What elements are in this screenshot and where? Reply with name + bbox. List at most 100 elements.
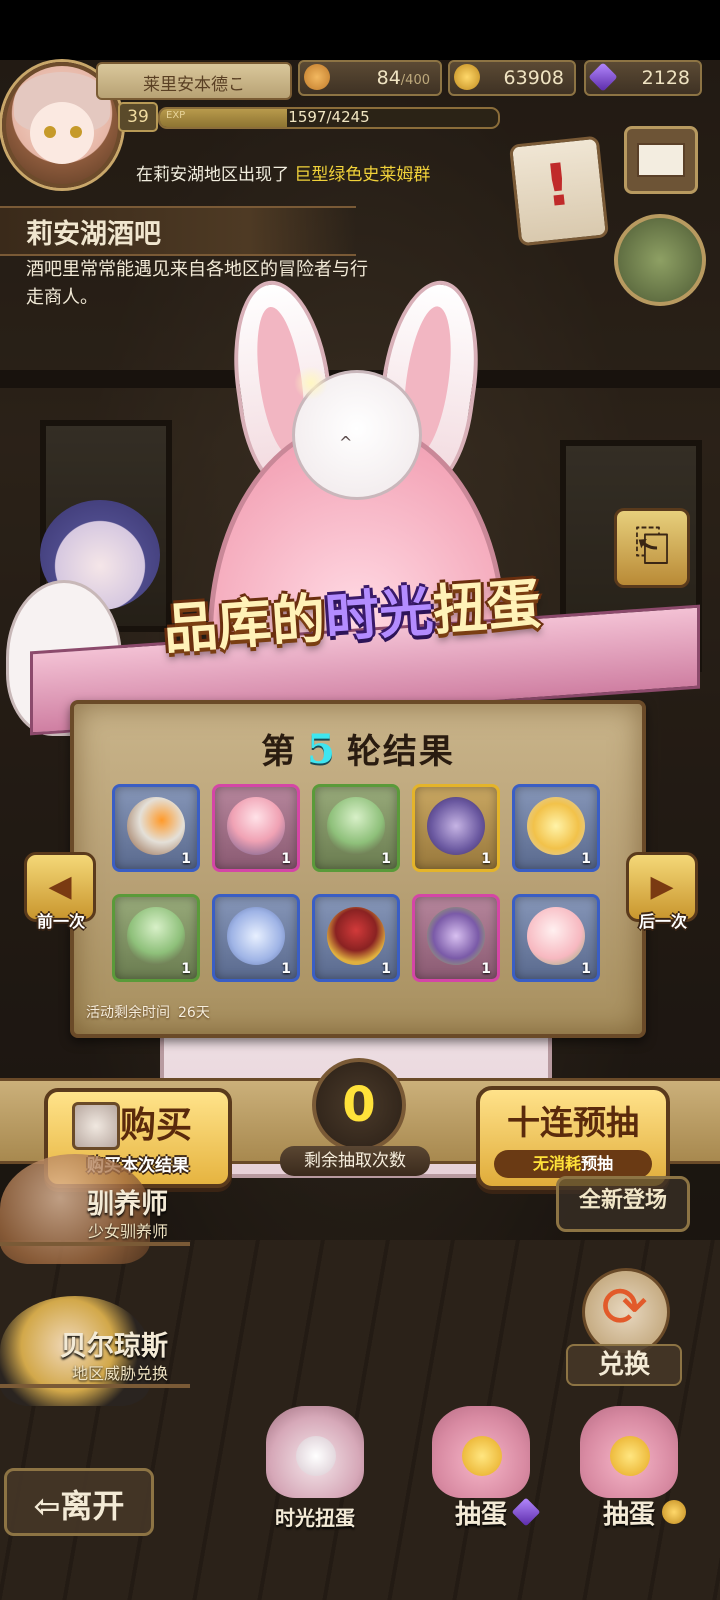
next-round-label: 后一次 <box>638 912 687 931</box>
time-gacha-menu-button[interactable]: 时光扭蛋 <box>252 1406 378 1536</box>
gold-orb-icon <box>610 1436 650 1476</box>
return-icon[interactable]: ⎗ <box>614 508 690 588</box>
result-item-slot[interactable]: 1 <box>412 784 500 872</box>
item-quantity: 1 <box>181 851 191 867</box>
bread-icon <box>304 64 330 90</box>
result-item-slot[interactable]: 1 <box>512 784 600 872</box>
pink-egg-nest-icon <box>227 797 285 855</box>
result-item-slot[interactable]: 1 <box>312 784 400 872</box>
mail-button[interactable] <box>624 126 698 194</box>
player-name: 莱里安本德こ <box>143 75 245 95</box>
result-item-slot[interactable]: 1 <box>212 894 300 982</box>
player-name-plate[interactable]: 莱里安本德こ <box>96 62 292 100</box>
title-part-highlight: 时光 <box>323 578 436 650</box>
leave-button[interactable]: ⇦离开 <box>4 1468 154 1536</box>
round-suffix: 轮结果 <box>346 732 455 772</box>
egg-machine-icon <box>580 1406 678 1498</box>
round-prefix: 第 <box>261 732 298 772</box>
gem-value: 2128 <box>641 67 690 89</box>
item-quantity: 1 <box>481 851 491 867</box>
bunny-face-icon: ^ <box>339 433 353 452</box>
item-quantity: 1 <box>581 961 591 977</box>
item-quantity: 1 <box>281 961 291 977</box>
green-egg-icon <box>327 797 385 855</box>
remaining-draw-label: 剩余抽取次数 <box>280 1146 430 1176</box>
event-announcement: 在莉安湖地区出现了 巨型绿色史莱姆群 <box>136 160 430 185</box>
result-item-slot[interactable]: 1 <box>212 784 300 872</box>
gem-counter[interactable]: 2128 <box>584 60 702 96</box>
leave-label: ⇦离开 <box>33 1487 125 1525</box>
npc-name: 贝尔琼斯 <box>60 1331 168 1362</box>
gold-value: 63908 <box>503 67 564 89</box>
item-quantity: 1 <box>281 851 291 867</box>
result-item-slot[interactable]: 1 <box>112 784 200 872</box>
item-quantity: 1 <box>181 961 191 977</box>
berry-leaf-icon <box>327 907 385 965</box>
egg-draw-gold-button[interactable]: 抽蛋 <box>566 1406 692 1536</box>
item-quantity: 1 <box>481 961 491 977</box>
location-title: 莉安湖酒吧 <box>26 219 161 250</box>
stamina-counter[interactable]: 84/400 <box>298 60 442 96</box>
peach-icon <box>527 907 585 965</box>
location-title-bar: 莉安湖酒吧 <box>0 206 356 256</box>
purple-gem-icon <box>588 62 618 92</box>
exchange-label: 兑换 <box>566 1344 682 1386</box>
time-gacha-label: 时光扭蛋 <box>275 1506 355 1530</box>
buy-label: 购买 <box>120 1104 193 1146</box>
exp-bar: EXP 1597/4245 <box>158 107 500 129</box>
pocket-watch-icon <box>427 797 485 855</box>
flame-torch-icon <box>127 797 185 855</box>
time-gacha-icon <box>266 1406 364 1498</box>
ten-pull-sub-label: 无消耗预抽 <box>494 1150 652 1178</box>
player-level: 39 <box>118 102 158 132</box>
gold-coin-icon <box>454 64 480 90</box>
item-quantity: 1 <box>381 851 391 867</box>
sun-amulet-icon <box>527 797 585 855</box>
npc-bellejones[interactable]: 贝尔琼斯 地区威胁兑换 <box>0 1296 190 1416</box>
remaining-draw-count: 0 <box>312 1058 406 1152</box>
avatar-face <box>30 102 94 164</box>
announcement-highlight: 巨型绿色史莱姆群 <box>294 165 431 185</box>
npc-role: 少女驯养师 <box>87 1222 168 1241</box>
exp-value: 1597/4245 <box>288 108 370 126</box>
ten-pull-preview-button[interactable]: 十连预抽 无消耗预抽 <box>476 1086 670 1190</box>
npc-trainer[interactable]: 驯养师 少女驯养师 <box>0 1154 190 1274</box>
quest-scroll-icon[interactable] <box>508 135 610 247</box>
backpack-icon[interactable] <box>614 214 706 306</box>
egg-draw-gem-button[interactable]: 抽蛋 <box>418 1406 544 1536</box>
result-item-slot[interactable]: 1 <box>112 894 200 982</box>
result-item-slot[interactable]: 1 <box>512 894 600 982</box>
title-part-3: 扭蛋 <box>430 570 544 643</box>
round-number: 5 <box>307 726 337 773</box>
stamina-value: 84/400 <box>376 67 430 89</box>
item-quantity: 1 <box>581 851 591 867</box>
new-arrival-badge[interactable]: 全新登场 <box>556 1176 690 1232</box>
remaining-time-value: 26天 <box>178 1005 210 1021</box>
round-title: 第 5 轮结果 <box>74 724 642 773</box>
green-egg-icon <box>127 907 185 965</box>
npc-name: 驯养师 <box>87 1189 168 1220</box>
results-panel: 第 5 轮结果 1 1 1 1 1 1 1 1 1 1 活动剩余时间 26天 <box>70 700 646 1038</box>
crystal-gem-icon <box>227 907 285 965</box>
clock-orb-icon <box>296 1436 336 1476</box>
npc-role: 地区威胁兑换 <box>71 1364 168 1383</box>
gacha-ticket-icon <box>72 1102 120 1150</box>
result-item-slot[interactable]: 1 <box>312 894 400 982</box>
exchange-button[interactable]: 兑换 <box>566 1264 682 1386</box>
winged-egg-icon <box>427 907 485 965</box>
npc-divider <box>0 1384 190 1388</box>
previous-round-label: 前一次 <box>36 912 85 931</box>
gold-counter[interactable]: 63908 <box>448 60 576 96</box>
next-round-button[interactable]: ▶ 后一次 <box>626 852 698 942</box>
result-item-grid: 1 1 1 1 1 1 1 1 1 1 <box>112 784 602 982</box>
avatar-eye <box>70 126 82 138</box>
result-item-slot[interactable]: 1 <box>412 894 500 982</box>
previous-round-button[interactable]: ◀ 前一次 <box>24 852 96 942</box>
gold-coin-icon <box>662 1500 686 1524</box>
item-quantity: 1 <box>381 961 391 977</box>
ten-pull-label: 十连预抽 <box>507 1103 639 1142</box>
envelope-icon <box>637 143 685 177</box>
exchange-icon <box>582 1268 670 1356</box>
title-part-1: 品库的 <box>161 585 328 662</box>
announcement-prefix: 在莉安湖地区出现了 <box>136 165 289 185</box>
